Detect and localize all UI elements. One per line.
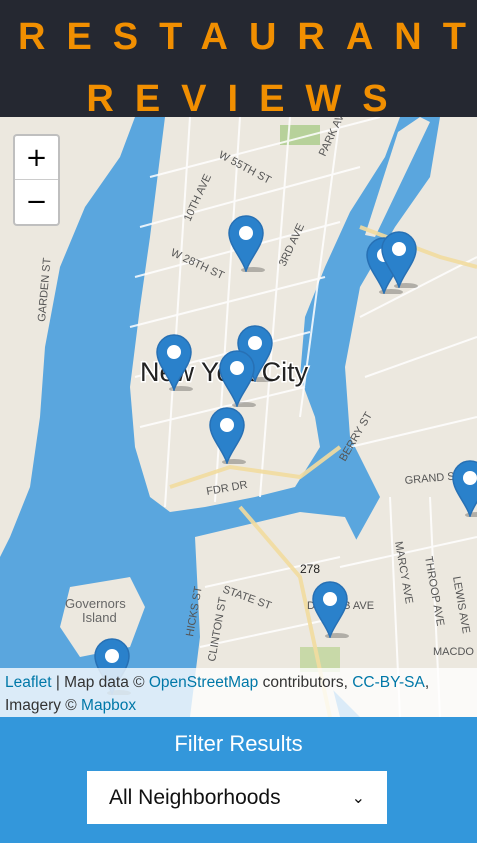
zoom-in-button[interactable]: + [15,136,58,180]
governors-island-label: Island [82,610,117,625]
osm-link[interactable]: OpenStreetMap [149,674,258,691]
restaurant-marker-icon[interactable] [155,333,193,393]
restaurant-marker-icon[interactable] [380,230,418,290]
restaurant-marker-icon[interactable] [227,214,265,274]
site-header: RESTAURANT REVIEWS [0,0,477,120]
filter-heading: Filter Results [174,731,303,756]
zoom-control: + − [13,134,60,226]
leaflet-link[interactable]: Leaflet [5,674,52,691]
attribution-text: , [424,674,430,691]
neighborhoods-select-value: All Neighborhoods [109,785,281,809]
attribution-text: | Map data © [51,674,149,691]
chevron-down-icon: ⌄ [351,788,365,807]
page-title: RESTAURANT REVIEWS [0,0,477,130]
restaurant-marker-icon[interactable] [451,459,477,519]
restaurant-marker-icon[interactable] [218,349,256,409]
neighborhoods-select[interactable]: All Neighborhoods ⌄ [87,771,387,824]
mapbox-link[interactable]: Mapbox [81,697,136,714]
street-label: MACDO [433,646,474,658]
restaurant-marker-icon[interactable] [311,580,349,640]
title-line-2: REVIEWS [86,78,409,120]
governors-island-label: Governors [65,596,126,611]
license-link[interactable]: CC-BY-SA [352,674,425,691]
attribution-text: contributors, [258,674,353,691]
filter-panel: Filter Results All Neighborhoods ⌄ [0,717,477,843]
route-shield-278: 278 [300,562,320,576]
restaurant-marker-icon[interactable] [208,406,246,466]
attribution-text: Imagery © [5,697,82,714]
zoom-out-button[interactable]: − [15,180,58,224]
title-line-1: RESTAURANT [18,16,477,58]
map[interactable]: W 55TH ST 10TH AVE W 28TH ST 3RD AVE PAR… [0,117,477,717]
map-attribution: Leaflet | Map data © OpenStreetMap contr… [0,668,477,717]
